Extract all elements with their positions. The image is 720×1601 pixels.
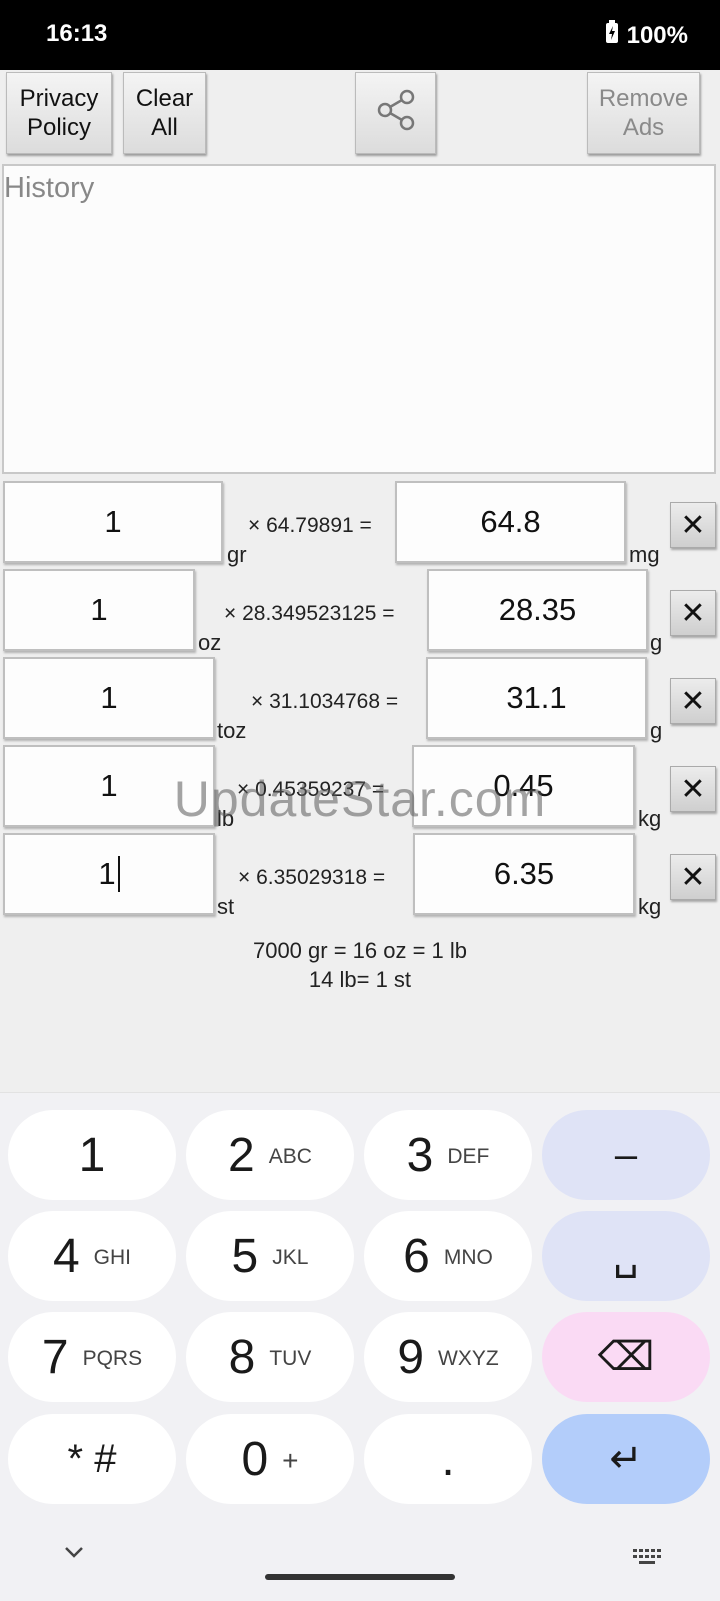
key-0-plus: + <box>282 1445 299 1476</box>
conversion-info-line2: 14 lb= 1 st <box>308 967 412 992</box>
clear-all-button[interactable]: Clear All <box>123 72 206 154</box>
close-icon: ✕ <box>680 860 706 894</box>
privacy-policy-label-line2: Policy <box>26 114 92 141</box>
symbols-key[interactable]: * # <box>8 1414 176 1504</box>
milligram-unit: mg <box>629 542 660 567</box>
key-5-letters: JKL <box>272 1246 309 1269</box>
enter-icon: ↵ <box>609 1437 643 1481</box>
key-6[interactable]: 6 MNO <box>364 1211 532 1301</box>
battery-status: 100% <box>605 20 688 51</box>
clear-row-3-button[interactable]: ✕ <box>670 678 716 724</box>
milligram-result[interactable]: 64.8 <box>395 481 626 563</box>
switch-keyboard-button[interactable] <box>632 1548 662 1571</box>
grain-unit: gr <box>227 542 247 567</box>
key-9-label: 9 <box>397 1330 425 1384</box>
key-8-label: 8 <box>228 1330 256 1384</box>
key-7-label: 7 <box>41 1330 69 1384</box>
close-icon: ✕ <box>680 596 706 630</box>
key-4-letters: GHI <box>93 1246 132 1269</box>
space-icon: ␣ <box>613 1234 639 1278</box>
share-icon <box>374 88 418 139</box>
key-3-letters: DEF <box>447 1145 490 1168</box>
ounce-unit: oz <box>198 630 222 655</box>
key-5[interactable]: 5 JKL <box>186 1211 354 1301</box>
clear-all-label-line2: All <box>151 114 178 141</box>
minus-key[interactable]: – <box>542 1110 710 1200</box>
key-6-letters: MNO <box>443 1246 493 1269</box>
remove-ads-button[interactable]: Remove Ads <box>587 72 700 154</box>
share-button[interactable] <box>355 72 436 154</box>
gram-result-2[interactable]: 31.1 <box>426 657 647 739</box>
key-0-label: 0 <box>241 1432 269 1486</box>
key-4-label: 4 <box>52 1229 80 1283</box>
stone-input-value: 1 <box>98 856 116 891</box>
key-2-label: 2 <box>228 1128 255 1182</box>
minus-icon: – <box>614 1132 638 1177</box>
stone-input[interactable]: 1 <box>3 833 215 915</box>
status-time: 16:13 <box>46 20 108 47</box>
key-3[interactable]: 3 DEF <box>364 1110 532 1200</box>
backspace-key[interactable]: ⌫ <box>542 1312 710 1402</box>
troy-ounce-input[interactable]: 1 <box>3 657 215 739</box>
ounce-factor: × 28.349523125 = <box>224 602 395 625</box>
key-9[interactable]: 9 WXYZ <box>364 1312 532 1402</box>
close-icon: ✕ <box>680 684 706 718</box>
backspace-icon: ⌫ <box>597 1335 655 1379</box>
close-icon: ✕ <box>680 508 706 542</box>
clear-all-label-line1: Clear <box>135 85 194 112</box>
battery-percent: 100% <box>626 21 688 49</box>
key-6-label: 6 <box>403 1229 430 1283</box>
battery-charging-icon <box>605 20 619 51</box>
clear-row-2-button[interactable]: ✕ <box>670 590 716 636</box>
grain-factor: × 64.79891 = <box>248 514 372 537</box>
key-3-label: 3 <box>406 1128 434 1182</box>
clear-row-5-button[interactable]: ✕ <box>670 854 716 900</box>
keyboard-icon <box>632 1549 662 1570</box>
privacy-policy-button[interactable]: Privacy Policy <box>6 72 112 154</box>
key-2-letters: ABC <box>268 1145 312 1168</box>
key-4[interactable]: 4 GHI <box>8 1211 176 1301</box>
text-cursor <box>117 856 120 892</box>
key-2[interactable]: 2 ABC <box>186 1110 354 1200</box>
stone-unit: st <box>217 894 235 919</box>
remove-ads-label-line1: Remove <box>598 85 689 112</box>
key-9-letters: WXYZ <box>438 1347 499 1370</box>
kilogram-result-2[interactable]: 6.35 <box>413 833 635 915</box>
clear-row-1-button[interactable]: ✕ <box>670 502 716 548</box>
stone-factor: × 6.35029318 = <box>238 866 386 889</box>
gesture-nav-bar[interactable] <box>265 1574 455 1580</box>
key-7[interactable]: 7 PQRS <box>8 1312 176 1402</box>
troy-ounce-unit: toz <box>217 718 247 743</box>
period-key[interactable]: . <box>364 1414 532 1504</box>
history-placeholder: History <box>4 172 95 204</box>
ounce-input[interactable]: 1 <box>3 569 195 651</box>
hide-keyboard-button[interactable] <box>62 1544 86 1565</box>
history-field[interactable] <box>2 164 716 474</box>
key-7-letters: PQRS <box>82 1347 143 1370</box>
enter-key[interactable]: ↵ <box>542 1414 710 1504</box>
remove-ads-label-line2: Ads <box>622 114 665 141</box>
key-5-label: 5 <box>231 1229 259 1283</box>
period-key-label: . <box>441 1432 455 1486</box>
gram-result-1[interactable]: 28.35 <box>427 569 648 651</box>
privacy-policy-label-line1: Privacy <box>19 85 99 112</box>
troy-ounce-factor: × 31.1034768 = <box>251 690 399 713</box>
gram-unit-2: g <box>650 718 663 743</box>
space-key[interactable]: ␣ <box>542 1211 710 1301</box>
key-8[interactable]: 8 TUV <box>186 1312 354 1402</box>
key-0[interactable]: 0 + <box>186 1414 354 1504</box>
symbols-key-label: * # <box>67 1436 117 1481</box>
key-1-label: 1 <box>78 1128 106 1182</box>
grain-input[interactable]: 1 <box>3 481 223 563</box>
gram-unit-1: g <box>650 630 663 655</box>
conversion-info-line1: 7000 gr = 16 oz = 1 lb <box>252 938 468 963</box>
key-8-letters: TUV <box>269 1347 312 1370</box>
key-1[interactable]: 1 <box>8 1110 176 1200</box>
kilogram-unit-2: kg <box>638 894 662 919</box>
watermark: UpdateStar.com <box>173 771 547 827</box>
chevron-down-icon <box>62 1547 86 1564</box>
